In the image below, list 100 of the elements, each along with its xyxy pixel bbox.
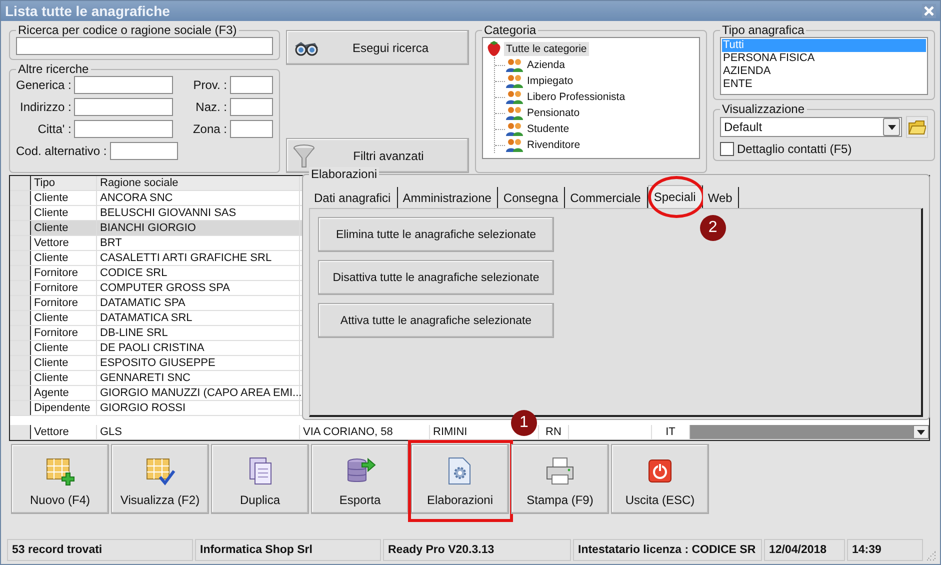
people-icon: [505, 90, 525, 104]
table-cell: Cliente: [31, 371, 97, 385]
toolbar-button[interactable]: Visualizza (F2): [111, 444, 209, 514]
toolbar-button[interactable]: Elaborazioni: [411, 444, 509, 514]
table-cell: Fornitore: [31, 266, 97, 280]
printer-icon: [544, 455, 576, 487]
people-icon: [505, 58, 525, 72]
row-header: [10, 296, 31, 310]
table-row[interactable]: Cliente DE PAOLI CRISTINA: [10, 341, 302, 356]
table-row[interactable]: Cliente BIANCHI GIORGIO: [10, 221, 302, 236]
table-row[interactable]: Vettore BRT: [10, 236, 302, 251]
table-row[interactable]: Cliente ESPOSITO GIUSEPPE: [10, 356, 302, 371]
binoculars-icon: [293, 40, 319, 56]
action-button[interactable]: Elimina tutte le anagrafiche selezionate: [318, 217, 554, 252]
table-cell: DATAMATIC SPA: [97, 296, 300, 310]
checkbox-label: Dettaglio contatti (F5): [737, 142, 852, 156]
tree-item[interactable]: Pensionato: [525, 106, 582, 120]
status-text: 12/04/2018: [764, 539, 845, 561]
caret-icon: [917, 430, 925, 434]
toolbar-button[interactable]: Nuovo (F4): [11, 444, 109, 514]
folder-icon: [908, 120, 926, 134]
row-header: [10, 341, 31, 355]
caret-icon: [888, 124, 896, 130]
field-label: Prov. :: [193, 78, 227, 92]
people-icon: [505, 138, 525, 152]
table-row[interactable]: Fornitore COMPUTER GROSS SPA: [10, 281, 302, 296]
status-text: Informatica Shop Srl: [195, 539, 381, 561]
tree-item[interactable]: Rivenditore: [525, 138, 582, 152]
input-field[interactable]: [230, 76, 273, 94]
search-field[interactable]: [16, 37, 273, 55]
list-item[interactable]: AZIENDA: [722, 65, 926, 78]
row-header: [10, 356, 31, 370]
view-dropdown[interactable]: Default: [720, 117, 902, 137]
input-field[interactable]: [230, 120, 273, 138]
list-item[interactable]: ENTE: [722, 78, 926, 91]
table-cell: Cliente: [31, 356, 97, 370]
input-field[interactable]: [230, 98, 273, 116]
toolbar-button[interactable]: Esporta: [311, 444, 409, 514]
table-row[interactable]: Cliente CASALETTI ARTI GRAFICHE SRL: [10, 251, 302, 266]
table-row[interactable]: Cliente ANCORA SNC: [10, 191, 302, 206]
tab[interactable]: Web: [702, 187, 740, 208]
table-cell: CODICE SRL: [97, 266, 300, 280]
row-header: [10, 326, 31, 340]
group-label: Tipo anagrafica: [721, 23, 806, 37]
tree-item[interactable]: Studente: [525, 122, 572, 136]
toolbar-button[interactable]: Stampa (F9): [511, 444, 609, 514]
horizontal-scrollbar[interactable]: [690, 425, 929, 439]
input-field[interactable]: [110, 142, 178, 160]
table-cell: GENNARETI SNC: [97, 371, 300, 385]
table-cell: GLS: [97, 425, 300, 439]
tab[interactable]: Speciali: [648, 185, 703, 208]
close-icon: [924, 6, 934, 16]
table-row[interactable]: Dipendente GIORGIO ROSSI: [10, 401, 302, 416]
action-button[interactable]: Attiva tutte le anagrafiche selezionate: [318, 303, 554, 338]
input-field[interactable]: [74, 120, 174, 138]
table-cell: Cliente: [31, 251, 97, 265]
tree-item[interactable]: Impiegato: [525, 74, 576, 88]
table-cell: Cliente: [31, 221, 97, 235]
close-button[interactable]: [922, 4, 936, 18]
table-cell: Fornitore: [31, 281, 97, 295]
column-header[interactable]: Ragione sociale: [97, 176, 300, 190]
table-cell: Agente: [31, 386, 97, 400]
table-row[interactable]: Fornitore DATAMATIC SPA: [10, 296, 302, 311]
table-cell: BIANCHI GIORGIO: [97, 221, 300, 235]
table-cell: CASALETTI ARTI GRAFICHE SRL: [97, 251, 300, 265]
table-cell: RN: [539, 425, 569, 439]
table-cell: DATAMATICA SRL: [97, 311, 300, 325]
list-item[interactable]: PERSONA FISICA: [722, 52, 926, 65]
table-row[interactable]: Fornitore CODICE SRL: [10, 266, 302, 281]
table-row[interactable]: Cliente GENNARETI SNC: [10, 371, 302, 386]
tree-item[interactable]: Tutte le categorie: [504, 42, 589, 56]
table-row[interactable]: Agente GIORGIO MANUZZI (CAPO AREA EMI...: [10, 386, 302, 401]
input-field[interactable]: [74, 76, 174, 94]
toolbar-button[interactable]: Duplica: [211, 444, 309, 514]
strawberry-icon: [486, 40, 502, 57]
row-header: [10, 386, 31, 400]
table-row[interactable]: Cliente DATAMATICA SRL: [10, 311, 302, 326]
column-header[interactable]: Tipo: [31, 176, 97, 190]
field-label: Generica :: [16, 78, 72, 92]
row-header: [10, 401, 31, 415]
table-cell: Vettore: [31, 425, 97, 439]
table-row[interactable]: Fornitore DB-LINE SRL: [10, 326, 302, 341]
row-header: [10, 311, 31, 325]
row-header: [10, 371, 31, 385]
table-cell: ESPOSITO GIUSEPPE: [97, 356, 300, 370]
table-cell: DB-LINE SRL: [97, 326, 300, 340]
toolbar-button[interactable]: Uscita (ESC): [611, 444, 709, 514]
tree-item[interactable]: Libero Professionista: [525, 90, 628, 104]
folder-button[interactable]: [906, 116, 928, 138]
field-label: Citta' :: [38, 122, 72, 136]
tree-item[interactable]: Azienda: [525, 58, 567, 72]
input-field[interactable]: [74, 98, 174, 116]
contacts-checkbox[interactable]: [720, 142, 734, 156]
table-cell: Cliente: [31, 206, 97, 220]
search-button[interactable]: Esegui ricerca: [286, 30, 469, 65]
action-button[interactable]: Disattiva tutte le anagrafiche selezionate: [318, 260, 554, 295]
field-label: Naz. :: [196, 100, 227, 114]
group-label: Elaborazioni: [309, 167, 380, 181]
field-label: Zona :: [192, 122, 227, 136]
table-cell: Cliente: [31, 191, 97, 205]
